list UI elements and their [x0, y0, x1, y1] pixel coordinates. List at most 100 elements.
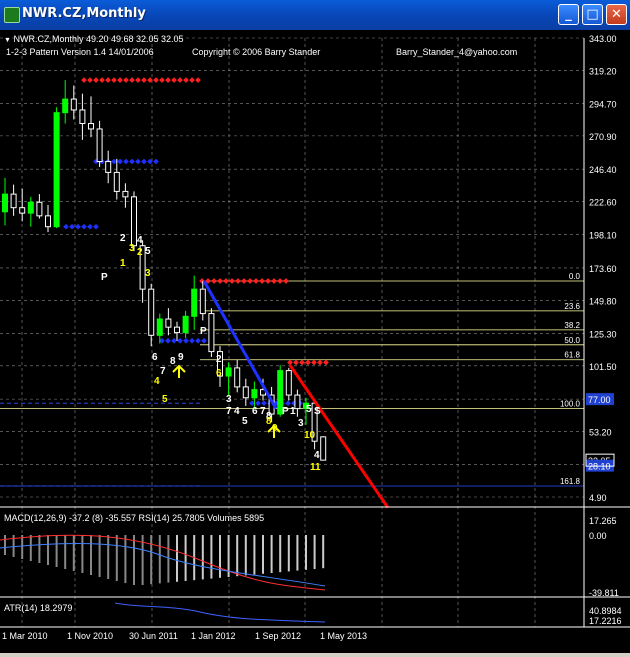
resistance-dot: [229, 278, 235, 284]
resistance-dot: [241, 278, 247, 284]
candle-body: [182, 315, 189, 334]
candle-body: [294, 394, 301, 410]
maximize-button[interactable]: □: [582, 4, 603, 25]
macd-bar: [72, 535, 75, 571]
macd-bar: [279, 535, 282, 573]
candle-body: [131, 196, 137, 247]
mt4-chart-window: NWR.CZ,Monthly _ □ ✕ 0.0 23.6 38.2 50.0 61.8…: [0, 0, 630, 653]
resistance-dot: [81, 77, 87, 83]
support-dot: [123, 158, 129, 165]
minimize-button[interactable]: _: [558, 4, 579, 25]
pattern-number: 7: [160, 366, 166, 377]
fib-label: 38.2: [564, 321, 580, 330]
symbol-line: NWR.CZ,Monthly 49.20 49.68 32.05 32.05: [13, 34, 184, 44]
time-axis-label: 1 Sep 2012: [255, 631, 301, 641]
pattern-number: 4: [234, 406, 240, 417]
macd-bar: [313, 535, 316, 569]
support-dot: [171, 337, 177, 344]
pattern-number: 9: [178, 352, 184, 363]
resistance-dot: [195, 77, 201, 83]
pattern-number: S: [314, 406, 321, 417]
chart-area[interactable]: 0.0 23.6 38.2 50.0 61.8 100.0 161.8 P231425367…: [0, 30, 630, 653]
macd-bar: [287, 535, 290, 572]
macd-bar: [184, 535, 187, 581]
resistance-dot: [283, 278, 289, 284]
pattern-number: 5: [145, 246, 151, 257]
candle-body: [70, 98, 77, 111]
candle-body: [148, 288, 155, 336]
close-button[interactable]: ✕: [606, 4, 627, 25]
resistance-dot: [265, 278, 271, 284]
candle-body: [208, 313, 215, 353]
resistance-dot: [171, 77, 177, 83]
support-dot: [63, 223, 69, 230]
time-axis-label: 1 May 2013: [320, 631, 367, 641]
support-dot: [117, 158, 123, 165]
support-dot: [183, 337, 189, 344]
support-dot: [93, 223, 99, 230]
candle-body: [2, 193, 8, 213]
candle-body: [165, 318, 172, 328]
pattern-number: 8: [266, 416, 272, 427]
pattern-number: 2: [216, 354, 222, 365]
dropdown-triangle-icon[interactable]: ▼: [4, 37, 11, 44]
candle-body: [122, 190, 129, 198]
price-axis-label: 343.00: [589, 34, 617, 44]
candle-body: [174, 326, 180, 334]
resistance-dot: [135, 77, 141, 83]
time-axis-label: 1 Jan 2012: [191, 631, 236, 641]
candle-body: [27, 201, 34, 214]
resistance-dot: [223, 278, 229, 284]
pattern-number: 4: [137, 235, 143, 246]
resistance-dot: [317, 359, 323, 366]
fib-label: 23.6: [564, 302, 580, 311]
pattern-number: 6: [252, 406, 258, 417]
resistance-dot: [141, 77, 147, 83]
resistance-dot: [305, 359, 311, 366]
support-dot: [189, 337, 195, 344]
price-axis-label: 246.40: [589, 165, 617, 175]
macd-bar: [167, 535, 170, 583]
support-dot: [87, 223, 93, 230]
pattern-number: P: [282, 406, 289, 417]
support-dot: [75, 223, 81, 230]
macd-axis-label: 17.265: [589, 516, 617, 526]
macd-bar: [262, 535, 264, 574]
indicator-name: 1-2-3 Pattern Version 1.4 14/01/2006: [6, 47, 154, 57]
pattern-number: 3: [129, 243, 135, 254]
resistance-dot: [211, 278, 217, 284]
pattern-number: 2: [137, 247, 143, 258]
macd-bar: [158, 535, 161, 584]
support-dot: [141, 158, 147, 165]
resistance-dot: [299, 359, 305, 366]
atr-label: ATR(14) 18.2979: [4, 603, 73, 613]
fib-label: 161.8: [560, 477, 581, 486]
up-arrow-icon: [172, 364, 186, 378]
fib-label: 100.0: [560, 400, 581, 409]
resistance-dot: [129, 77, 135, 83]
candle-body: [113, 171, 120, 192]
resistance-dot: [217, 278, 223, 284]
candle-body: [225, 367, 232, 377]
macd-bar: [64, 535, 67, 569]
resistance-dot: [235, 278, 241, 284]
symbol-info: ▼ NWR.CZ,Monthly 49.20 49.68 32.05 32.05: [4, 34, 184, 44]
resistance-dot: [153, 77, 159, 83]
support-dot: [201, 337, 207, 344]
support-dot: [81, 223, 87, 230]
macd-bar: [253, 535, 256, 575]
pattern-number: 5: [306, 404, 312, 415]
resistance-dot: [93, 77, 99, 83]
price-axis-label: 294.70: [589, 100, 617, 110]
copyright-text: Copyright © 2006 Barry Stander: [192, 47, 321, 57]
resistance-dot: [183, 77, 189, 83]
resistance-dot: [271, 278, 277, 284]
macd-bar: [90, 535, 92, 575]
title-bar[interactable]: NWR.CZ,Monthly _ □ ✕: [0, 0, 630, 30]
price-axis-label: 125.30: [589, 330, 617, 340]
up-arrow-icon: [267, 424, 281, 438]
resistance-dot: [87, 77, 93, 83]
resistance-dot: [259, 278, 265, 284]
chart-canvas[interactable]: 0.023.638.250.061.8100.0161.8 P23142 5367…: [0, 30, 630, 653]
pattern-number: 4: [154, 376, 160, 387]
